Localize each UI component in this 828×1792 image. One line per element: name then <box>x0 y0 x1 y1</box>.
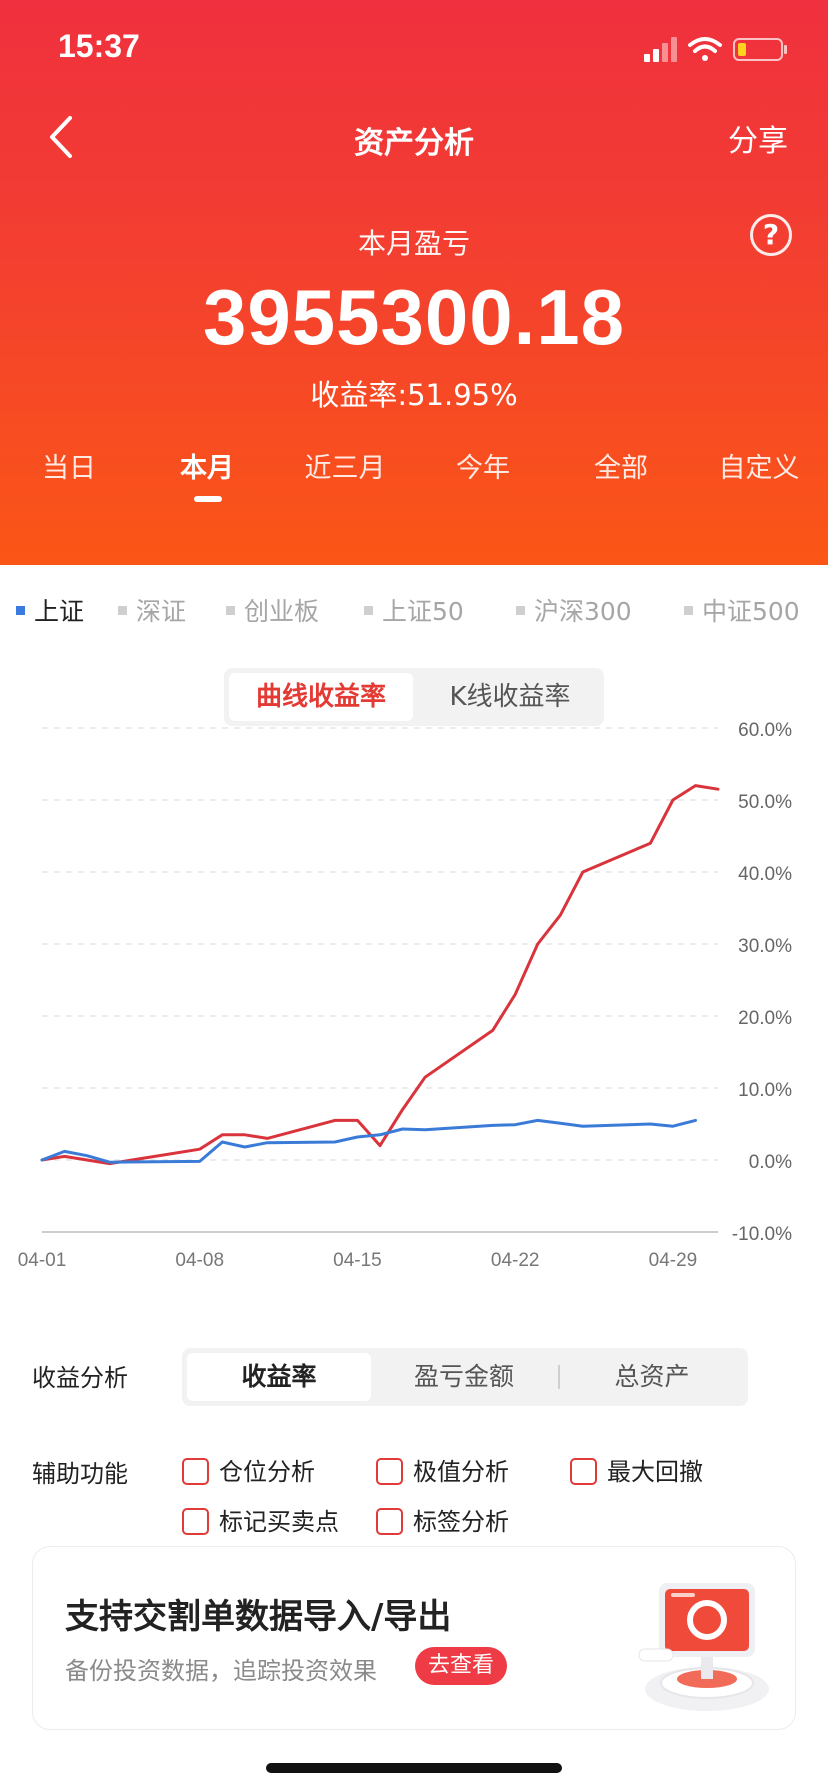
checkbox-label: 标签分析 <box>413 1508 509 1536</box>
kline-return-button[interactable]: K线收益率 <box>420 673 600 721</box>
index-tab-zz500[interactable]: 中证500 <box>684 592 800 628</box>
header-panel: 15:37 资产分析 分享 本月盈亏 ? 3955300.18 收益率:51.9… <box>0 0 828 565</box>
checkbox-icon <box>182 1507 209 1535</box>
checkbox-icon <box>570 1457 597 1485</box>
index-tab-label: 创业板 <box>244 597 320 626</box>
index-tab-sh[interactable]: 上证 <box>16 592 84 628</box>
checkbox-position-analysis[interactable]: 仓位分析 <box>182 1452 315 1488</box>
pnl-label: 本月盈亏 <box>357 227 470 260</box>
option-pnl-amount[interactable]: 盈亏金额 <box>372 1353 556 1401</box>
y-tick-label: 60.0% <box>738 720 792 741</box>
home-indicator <box>266 1763 562 1773</box>
index-tab-label: 上证 <box>34 597 85 626</box>
period-tabs: 当日 本月 近三月 今年 全部 自定义 <box>0 446 828 506</box>
checkbox-trade-markers[interactable]: 标记买卖点 <box>182 1502 339 1538</box>
y-tick-label: 40.0% <box>738 864 792 885</box>
legend-dot-icon <box>16 605 25 615</box>
active-tab-indicator <box>194 496 222 502</box>
checkbox-label: 最大回撤 <box>607 1458 703 1486</box>
checkbox-icon <box>376 1457 403 1485</box>
help-icon[interactable]: ? <box>750 214 792 256</box>
y-tick-label: 30.0% <box>738 936 792 957</box>
index-tab-label: 沪深300 <box>534 597 632 626</box>
return-chart: 60.0% 50.0% 40.0% 30.0% 20.0% 10.0% 0.0% -10.0%… <box>18 720 792 1271</box>
x-tick-label: 04-08 <box>175 1250 224 1271</box>
index-tab-label: 深证 <box>136 597 187 626</box>
curve-return-button[interactable]: 曲线收益率 <box>229 673 413 721</box>
signal-icon <box>644 37 677 62</box>
y-tick-label: 50.0% <box>738 792 792 813</box>
x-tick-label: 04-22 <box>491 1250 540 1271</box>
return-rate: 收益率:51.95% <box>310 378 518 412</box>
y-tick-label: 20.0% <box>738 1008 792 1029</box>
y-tick-label: -10.0% <box>732 1224 792 1245</box>
y-tick-label: 10.0% <box>738 1080 792 1101</box>
analysis-label: 收益分析 <box>32 1364 128 1392</box>
checkbox-icon <box>376 1507 403 1535</box>
battery-icon <box>733 38 787 61</box>
legend-dot-icon <box>516 605 525 615</box>
chart-mode-toggle: 曲线收益率 K线收益率 <box>224 668 604 726</box>
view-button[interactable]: 去查看 <box>415 1647 507 1685</box>
import-export-banner[interactable]: 支持交割单数据导入/导出 备份投资数据，追踪投资效果 去查看 <box>32 1546 796 1730</box>
checkbox-label: 标记买卖点 <box>219 1508 339 1536</box>
x-tick-label: 04-15 <box>333 1250 382 1271</box>
aux-label: 辅助功能 <box>32 1460 128 1488</box>
checkbox-tag-analysis[interactable]: 标签分析 <box>376 1502 509 1538</box>
legend-dot-icon <box>226 605 235 615</box>
index-tab-cyb[interactable]: 创业板 <box>226 592 319 628</box>
tab-custom[interactable]: 自定义 <box>690 446 828 485</box>
index-tab-hs300[interactable]: 沪深300 <box>516 592 632 628</box>
index-tab-sz[interactable]: 深证 <box>118 592 186 628</box>
legend-dot-icon <box>364 605 373 615</box>
index-return-line <box>40 1118 697 1164</box>
checkbox-label: 极值分析 <box>413 1458 509 1486</box>
option-return-rate[interactable]: 收益率 <box>187 1353 371 1401</box>
checkbox-max-drawdown[interactable]: 最大回撤 <box>570 1452 703 1488</box>
checkbox-extreme-analysis[interactable]: 极值分析 <box>376 1452 509 1488</box>
option-total-assets[interactable]: 总资产 <box>560 1353 744 1401</box>
x-tick-label: 04-01 <box>18 1250 67 1271</box>
tab-today[interactable]: 当日 <box>0 446 138 485</box>
index-tab-label: 中证500 <box>702 597 800 626</box>
page-title: 资产分析 <box>354 126 474 161</box>
checkbox-label: 仓位分析 <box>219 1458 315 1486</box>
status-time: 15:37 <box>58 28 140 64</box>
analysis-toggle: 收益率 盈亏金额 总资产 <box>182 1348 748 1406</box>
legend-dot-icon <box>684 605 693 615</box>
index-tabs: 上证 深证 创业板 上证50 沪深300 中证500 <box>0 592 828 632</box>
banner-subtitle: 备份投资数据，追踪投资效果 <box>65 1657 377 1685</box>
index-tab-label: 上证50 <box>382 597 464 626</box>
portfolio-return-line <box>40 784 720 1166</box>
tab-this-month[interactable]: 本月 <box>138 446 276 485</box>
x-tick-label: 04-29 <box>649 1250 698 1271</box>
share-button[interactable]: 分享 <box>728 116 788 160</box>
checkbox-icon <box>182 1457 209 1485</box>
y-tick-label: 0.0% <box>749 1152 792 1173</box>
tab-all[interactable]: 全部 <box>552 446 690 485</box>
pnl-value: 3955300.18 <box>202 273 626 361</box>
index-tab-sz50[interactable]: 上证50 <box>364 592 464 628</box>
wifi-icon <box>688 37 722 61</box>
monitor-illustration-icon <box>638 1583 769 1711</box>
tab-three-months[interactable]: 近三月 <box>276 446 414 485</box>
status-icons <box>644 37 787 62</box>
tab-this-year[interactable]: 今年 <box>414 446 552 485</box>
legend-dot-icon <box>118 605 127 615</box>
banner-title: 支持交割单数据导入/导出 <box>65 1597 452 1637</box>
